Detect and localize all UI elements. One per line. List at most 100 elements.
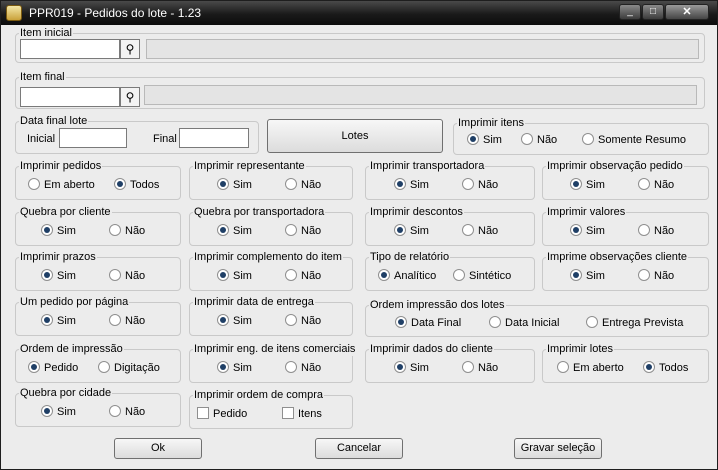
checkbox-icon [197,407,209,419]
imprimir-data-entrega-group: Imprimir data de entrega [189,295,353,336]
imprimir-valores-opt1-radio[interactable]: Sim [570,224,605,238]
radio-icon [109,224,121,236]
gravar-selecao-button[interactable]: Gravar seleção [514,438,602,459]
imprime-observacoes-cliente-group: Imprime observações cliente [542,250,709,291]
imprimir-pedidos-opt2-radio[interactable]: Todos [114,178,159,192]
quebra-por-cidade-label: Quebra por cidade [19,386,113,400]
quebra-por-transportadora-group: Quebra por transportadora [189,205,353,246]
imprimir-prazos-opt2-radio[interactable]: Não [109,269,145,283]
radio-selected-icon [394,224,406,236]
item-final-input[interactable] [20,87,120,107]
data-final-lote-label: Data final lote [19,114,89,128]
cancelar-button[interactable]: Cancelar [315,438,403,459]
ordem-lotes-data-inicial-radio[interactable]: Data Inicial [489,316,559,330]
quebra-por-cliente-opt2-radio[interactable]: Não [109,224,145,238]
item-inicial-description-field [146,39,699,59]
imprimir-descontos-opt1-radio[interactable]: Sim [394,224,429,238]
lotes-button[interactable]: Lotes [267,119,443,153]
quebra-por-cidade-opt1-radio[interactable]: Sim [41,405,76,419]
radio-selected-icon [467,133,479,145]
item-final-label: Item final [19,70,66,84]
radio-selected-icon [28,361,40,373]
maximize-button[interactable]: □ [642,4,664,20]
close-button[interactable]: ✕ [665,4,709,20]
radio-icon [582,133,594,145]
imprimir-lotes-label: Imprimir lotes [546,342,615,356]
radio-selected-icon [395,316,407,328]
tipo-de-relatorio-opt1-radio[interactable]: Analítico [378,269,436,283]
imprimir-prazos-opt1-radio[interactable]: Sim [41,269,76,283]
radio-icon [462,178,474,190]
quebra-por-transportadora-opt1-radio[interactable]: Sim [217,224,252,238]
data-final-input[interactable] [179,128,249,148]
imprimir-observacao-pedido-opt1-radio[interactable]: Sim [570,178,605,192]
radio-selected-icon [114,178,126,190]
radio-icon [109,269,121,281]
imprimir-lotes-opt2-radio[interactable]: Todos [643,361,688,375]
um-pedido-por-pagina-opt1-radio[interactable]: Sim [41,314,76,328]
ordem-lotes-entrega-prevista-radio[interactable]: Entrega Prevista [586,316,683,330]
radio-icon [638,269,650,281]
quebra-por-cidade-opt2-radio[interactable]: Não [109,405,145,419]
imprimir-itens-nao-radio[interactable]: Não [521,133,557,147]
data-inicial-input[interactable] [59,128,127,148]
radio-icon [462,361,474,373]
imprimir-eng-itens-comerciais-opt2-radio[interactable]: Não [285,361,321,375]
imprimir-itens-label: Imprimir itens [457,116,526,130]
imprimir-valores-opt2-radio[interactable]: Não [638,224,674,238]
ordem-lotes-data-final-radio[interactable]: Data Final [395,316,461,330]
imprimir-complemento-item-opt1-radio[interactable]: Sim [217,269,252,283]
quebra-por-transportadora-opt2-radio[interactable]: Não [285,224,321,238]
tipo-de-relatorio-opt2-radio[interactable]: Sintético [453,269,511,283]
item-final-search-icon[interactable]: ⚲ [120,87,140,107]
imprimir-pedidos-opt1-radio[interactable]: Em aberto [28,178,95,192]
imprimir-itens-sim-radio[interactable]: Sim [467,133,502,147]
imprimir-data-entrega-label: Imprimir data de entrega [193,295,315,309]
imprimir-descontos-opt2-radio[interactable]: Não [462,224,498,238]
imprimir-data-entrega-opt2-radio[interactable]: Não [285,314,321,328]
ordem-de-impressao-opt2-radio[interactable]: Digitação [98,361,160,375]
imprimir-observacao-pedido-opt2-radio[interactable]: Não [638,178,674,192]
radio-icon [285,224,297,236]
um-pedido-por-pagina-opt2-radio[interactable]: Não [109,314,145,328]
imprimir-complemento-item-opt2-radio[interactable]: Não [285,269,321,283]
imprime-observacoes-cliente-opt1-radio[interactable]: Sim [570,269,605,283]
imprimir-representante-opt1-radio[interactable]: Sim [217,178,252,192]
imprimir-eng-itens-comerciais-opt1-radio[interactable]: Sim [217,361,252,375]
minimize-button[interactable]: _ [619,4,641,20]
app-icon [6,5,22,21]
item-inicial-search-icon[interactable]: ⚲ [120,39,140,59]
item-inicial-input[interactable] [20,39,120,59]
imprimir-ordem-compra-label: Imprimir ordem de compra [193,388,324,402]
radio-selected-icon [643,361,655,373]
imprimir-transportadora-opt1-radio[interactable]: Sim [394,178,429,192]
ordem-compra-itens-checkbox[interactable]: Itens [282,407,322,421]
radio-selected-icon [217,314,229,326]
imprimir-observacao-pedido-group: Imprimir observação pedido [542,159,709,200]
quebra-por-transportadora-label: Quebra por transportadora [193,205,326,219]
ordem-compra-pedido-checkbox[interactable]: Pedido [197,407,247,421]
imprimir-dados-cliente-label: Imprimir dados do cliente [369,342,494,356]
radio-selected-icon [41,314,53,326]
imprimir-representante-group: Imprimir representante [189,159,353,200]
ordem-de-impressao-opt1-radio[interactable]: Pedido [28,361,78,375]
radio-selected-icon [570,224,582,236]
radio-icon [109,405,121,417]
item-inicial-label: Item inicial [19,26,73,40]
imprimir-data-entrega-opt1-radio[interactable]: Sim [217,314,252,328]
imprimir-representante-opt2-radio[interactable]: Não [285,178,321,192]
imprimir-dados-cliente-opt2-radio[interactable]: Não [462,361,498,375]
imprimir-pedidos-label: Imprimir pedidos [19,159,103,173]
imprimir-lotes-opt1-radio[interactable]: Em aberto [557,361,624,375]
imprimir-itens-resumo-radio[interactable]: Somente Resumo [582,133,686,147]
quebra-por-cliente-opt1-radio[interactable]: Sim [41,224,76,238]
imprimir-transportadora-opt2-radio[interactable]: Não [462,178,498,192]
radio-selected-icon [217,178,229,190]
ok-button[interactable]: Ok [114,438,202,459]
imprime-observacoes-cliente-opt2-radio[interactable]: Não [638,269,674,283]
data-inicial-label: Inicial [27,133,56,145]
imprimir-dados-cliente-opt1-radio[interactable]: Sim [394,361,429,375]
radio-selected-icon [570,178,582,190]
radio-icon [638,178,650,190]
radio-icon [109,314,121,326]
